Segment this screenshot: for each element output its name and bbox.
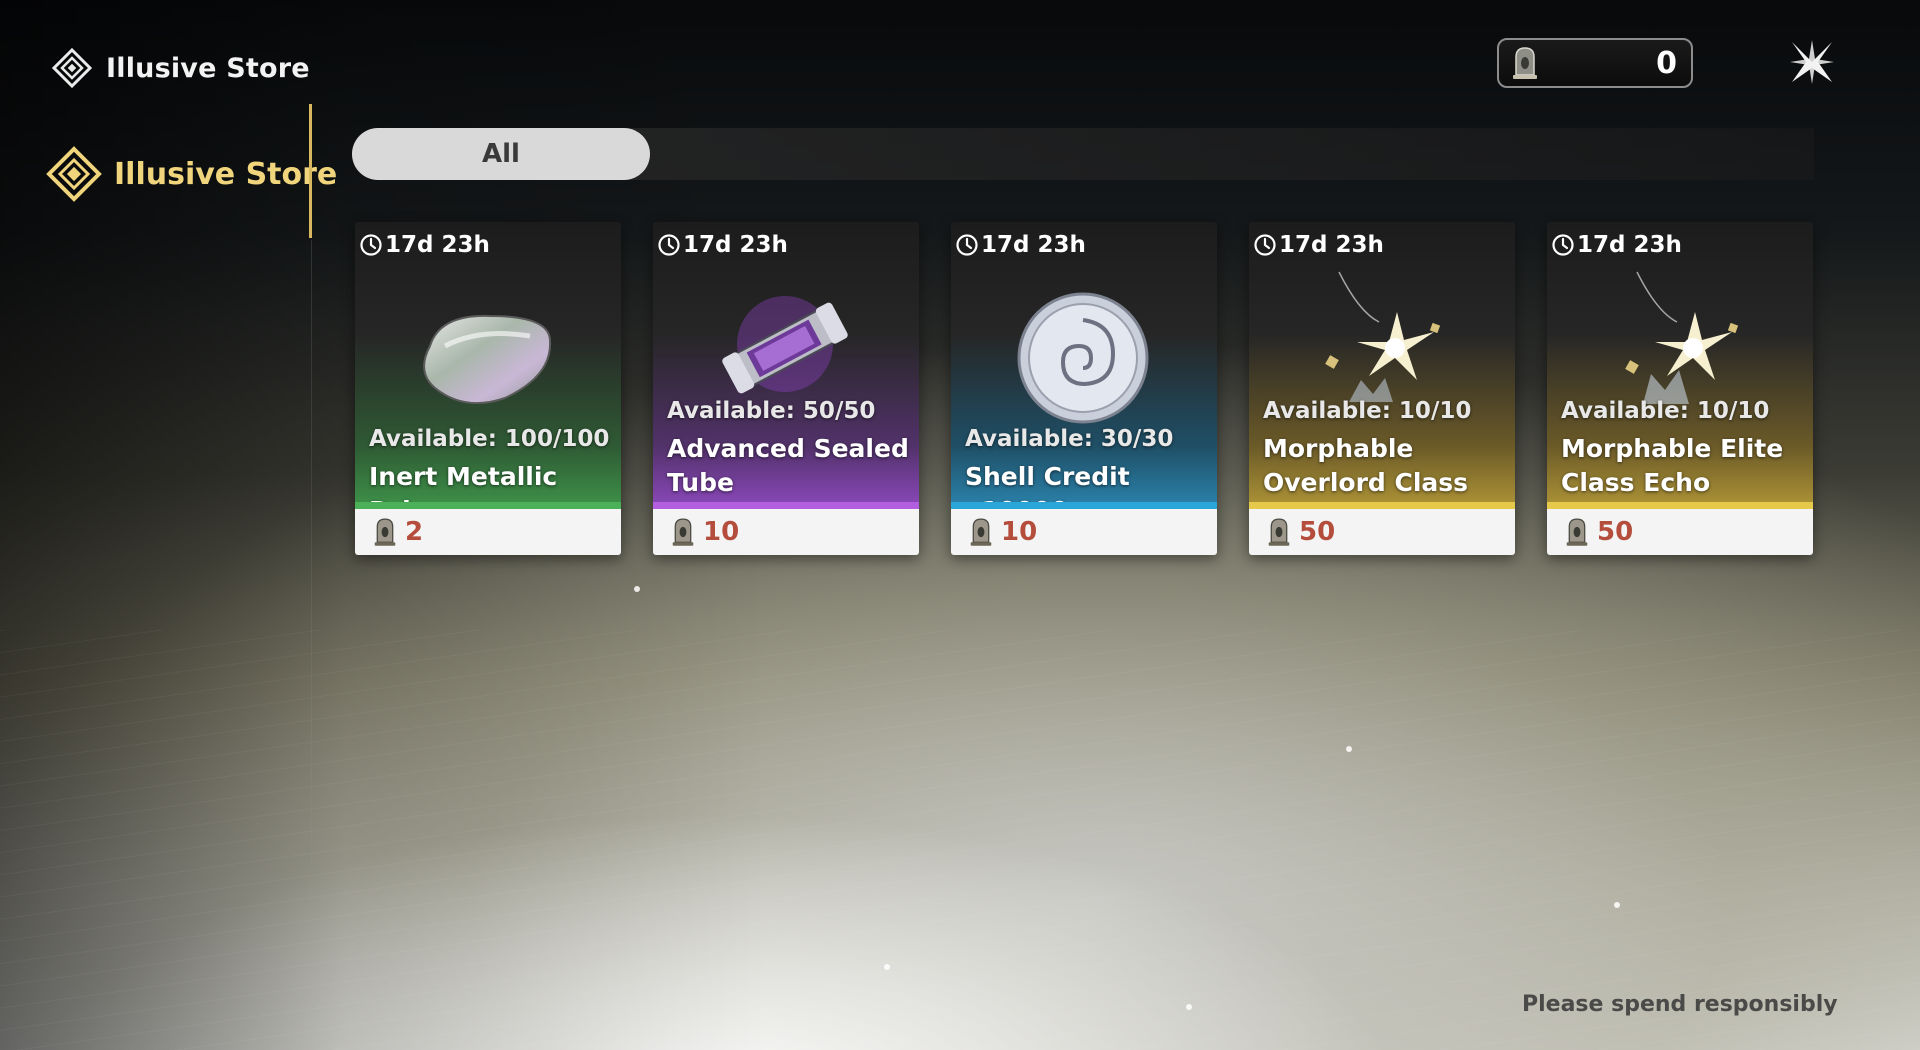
sidebar-item-illusive-store[interactable]: Illusive Store [46, 146, 337, 202]
card-availability: Available: 10/10 [1263, 398, 1472, 424]
store-diamond-icon [46, 146, 102, 202]
card-item-name: Morphable Elite Class Echo [1561, 434, 1784, 497]
card-timer: 17d 23h [1551, 232, 1682, 258]
clock-icon [956, 234, 978, 256]
card-rarity-bar [1249, 502, 1515, 509]
card-timer: 17d 23h [955, 232, 1086, 258]
card-price: 10 [653, 509, 919, 555]
tab-all[interactable]: All [352, 128, 650, 180]
card-timer: 17d 23h [359, 232, 490, 258]
currency-amount: 0 [1656, 45, 1677, 81]
store-card-morphable-elite-echo[interactable]: 17d 23h Available: 10/10 Morphable Elite… [1547, 222, 1813, 555]
background-lines [0, 630, 1920, 1050]
clock-icon [658, 234, 680, 256]
sparkle [884, 964, 890, 970]
card-item-name: Advanced Sealed Tube [667, 434, 909, 497]
card-rarity-bar [951, 502, 1217, 509]
card-availability: Available: 10/10 [1561, 398, 1770, 424]
card-rarity-bar [653, 502, 919, 509]
card-availability: Available: 30/30 [965, 426, 1174, 452]
bell-jar-icon [1268, 518, 1290, 546]
card-rarity-bar [355, 502, 621, 509]
sparkle [1186, 1004, 1192, 1010]
shell-credit-icon [1017, 292, 1149, 424]
card-availability: Available: 50/50 [667, 398, 876, 424]
sparkle [1346, 746, 1352, 752]
card-price: 2 [355, 509, 621, 555]
sealed-tube-icon [722, 296, 848, 394]
sidebar-active-indicator [309, 104, 312, 238]
spend-responsibly-note: Please spend responsibly [1522, 992, 1838, 1017]
card-availability: Available: 100/100 [369, 426, 610, 452]
clock-icon [1552, 234, 1574, 256]
card-price: 50 [1249, 509, 1515, 555]
tab-label: All [482, 139, 520, 169]
card-timer: 17d 23h [657, 232, 788, 258]
clock-icon [360, 234, 382, 256]
sidebar-item-label: Illusive Store [114, 156, 338, 192]
close-star-icon [1790, 40, 1834, 84]
store-card-inert-metallic-drip[interactable]: 17d 23h Available: 100/100 Inert Metalli… [355, 222, 621, 555]
sparkle [1614, 902, 1620, 908]
store-card-advanced-sealed-tube[interactable]: 17d 23h Available: 50/50 Advanced Sealed… [653, 222, 919, 555]
card-timer: 17d 23h [1253, 232, 1384, 258]
card-price: 10 [951, 509, 1217, 555]
store-card-morphable-overlord-echo[interactable]: 17d 23h Available: 10/10 Morphable Overl… [1249, 222, 1515, 555]
clock-icon [1254, 234, 1276, 256]
metallic-drip-icon [423, 314, 552, 405]
sparkle [634, 586, 640, 592]
bell-jar-icon [672, 518, 694, 546]
bell-jar-icon [1513, 47, 1537, 79]
store-logo-icon [52, 48, 92, 88]
bell-jar-icon [374, 518, 396, 546]
sidebar-divider [311, 240, 312, 940]
store-title: Illusive Store [106, 52, 310, 84]
bell-jar-icon [1566, 518, 1588, 546]
card-rarity-bar [1547, 502, 1813, 509]
card-price: 50 [1547, 509, 1813, 555]
bell-jar-icon [970, 518, 992, 546]
store-card-shell-credit[interactable]: 17d 23h Available: 30/30 Shell Credit x1… [951, 222, 1217, 555]
store-header: Illusive Store [52, 48, 310, 88]
currency-display[interactable]: 0 [1497, 38, 1693, 88]
close-button[interactable] [1786, 36, 1838, 88]
